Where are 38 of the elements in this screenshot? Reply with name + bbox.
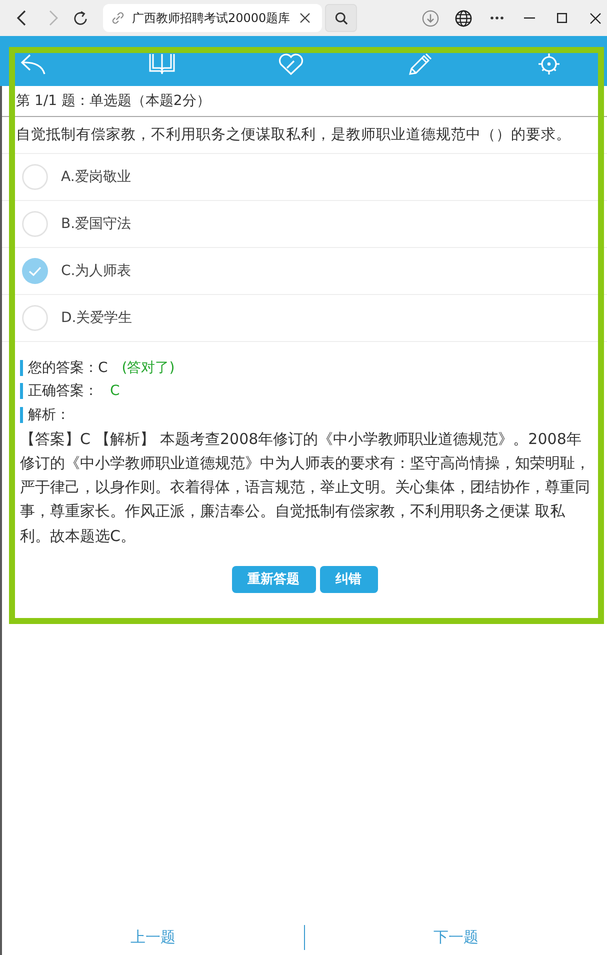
answer-option[interactable]: C.为人师表 bbox=[2, 248, 607, 295]
book-icon[interactable] bbox=[149, 53, 175, 75]
more-icon[interactable] bbox=[490, 16, 504, 20]
radio-checked-icon[interactable] bbox=[22, 258, 48, 284]
pencil-icon[interactable] bbox=[407, 53, 433, 75]
back-icon[interactable] bbox=[16, 10, 27, 26]
minimize-icon[interactable] bbox=[524, 17, 535, 19]
correct-answer-value: C bbox=[110, 383, 120, 400]
close-tab-icon[interactable] bbox=[300, 13, 310, 23]
search-button[interactable] bbox=[325, 4, 357, 32]
accent-bar-icon bbox=[20, 383, 23, 400]
heart-icon[interactable] bbox=[278, 53, 304, 75]
answer-option[interactable]: D.关爱学生 bbox=[2, 295, 607, 342]
verdict-text: (答对了) bbox=[122, 358, 175, 377]
accent-bar-icon bbox=[20, 360, 23, 376]
radio-icon[interactable] bbox=[22, 211, 48, 237]
maximize-icon[interactable] bbox=[557, 13, 567, 23]
question-header: 第 1/1 题：单选题（本题2分） bbox=[2, 86, 607, 117]
correct-answer-label: 正确答案： bbox=[28, 382, 98, 400]
close-icon[interactable] bbox=[590, 12, 601, 24]
question-text: 自觉抵制有偿家教，不利用职务之便谋取私利，是教师职业道德规范中（）的要求。 bbox=[2, 117, 607, 154]
accent-bar-icon bbox=[20, 406, 23, 423]
analysis-label: 解析： bbox=[28, 406, 70, 424]
reload-icon[interactable] bbox=[73, 10, 88, 26]
browser-tab[interactable]: 广西教师招聘考试20000题库 bbox=[103, 4, 322, 32]
settings-icon[interactable] bbox=[536, 53, 562, 75]
search-icon bbox=[334, 12, 348, 24]
analysis-text: 【答案】C 【解析】 本题考查2008年修订的《中小学教师职业道德规范》。2008年修订的《中小学教师职业道德规范》中为人师表的要求有：坚守高尚情操，知荣明耻，严于律己，以身作则。衣着得体，语言规范，举止文明。关心集体，团结协作，尊重同事，尊重家长。作风正派，廉洁奉公。自觉抵制有偿家教，不利用职务之便谋 取私利。故本题选C。 bbox=[20, 428, 590, 547]
your-answer-label: 您的答案： bbox=[28, 358, 98, 377]
undo-arrow-icon[interactable] bbox=[20, 53, 46, 75]
download-icon[interactable] bbox=[422, 10, 439, 26]
globe-icon[interactable] bbox=[455, 10, 472, 26]
answer-option[interactable]: B.爱国守法 bbox=[2, 201, 607, 248]
answer-option[interactable]: A.爱岗敬业 bbox=[2, 154, 607, 201]
your-answer-value: C bbox=[98, 360, 108, 376]
radio-icon[interactable] bbox=[22, 164, 48, 190]
radio-icon[interactable] bbox=[22, 305, 48, 331]
link-icon bbox=[112, 12, 124, 24]
